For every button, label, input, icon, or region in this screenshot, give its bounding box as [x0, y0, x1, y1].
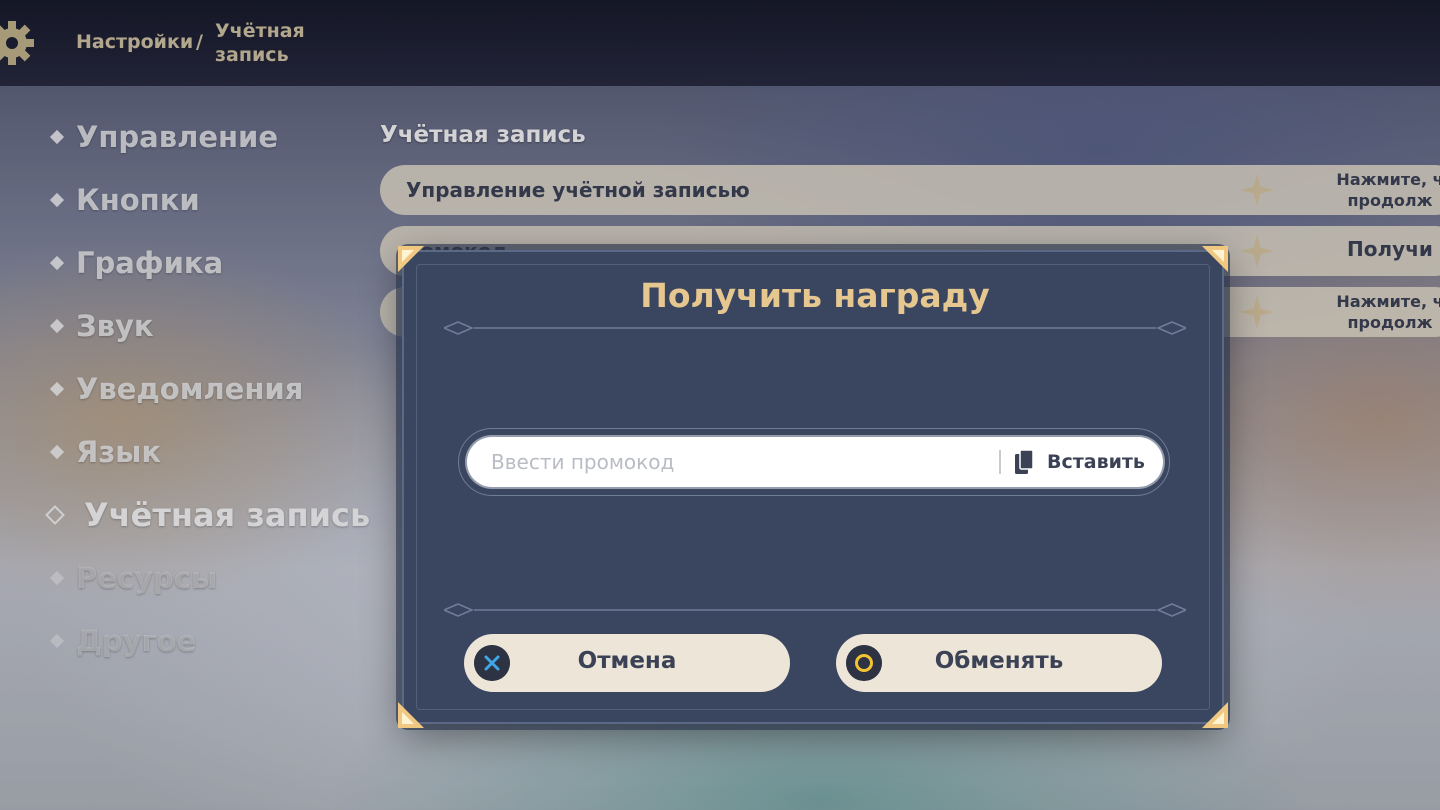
- redeem-label: Обменять: [934, 648, 1064, 674]
- promo-input-box: Вставить: [467, 437, 1163, 487]
- ornament-divider: [444, 603, 1186, 617]
- cancel-label: Отмена: [577, 648, 677, 674]
- ornament-divider: [444, 321, 1186, 335]
- cancel-button[interactable]: Отмена: [464, 634, 790, 692]
- clipboard-icon: [1015, 450, 1033, 474]
- corner-ornament-icon: [1202, 702, 1228, 728]
- dialog-title: Получить награду: [640, 276, 990, 315]
- corner-ornament-icon: [398, 246, 424, 272]
- corner-ornament-icon: [1202, 246, 1228, 272]
- paste-button[interactable]: Вставить: [1015, 437, 1155, 487]
- promo-input-frame: Вставить: [458, 428, 1170, 496]
- redeem-button[interactable]: Обменять: [836, 634, 1162, 692]
- promo-code-input[interactable]: [491, 437, 991, 487]
- paste-label: Вставить: [1047, 451, 1145, 473]
- redeem-dialog: Получить награду Вставить Отмен: [398, 246, 1228, 728]
- corner-ornament-icon: [398, 702, 424, 728]
- input-divider: [999, 450, 1001, 474]
